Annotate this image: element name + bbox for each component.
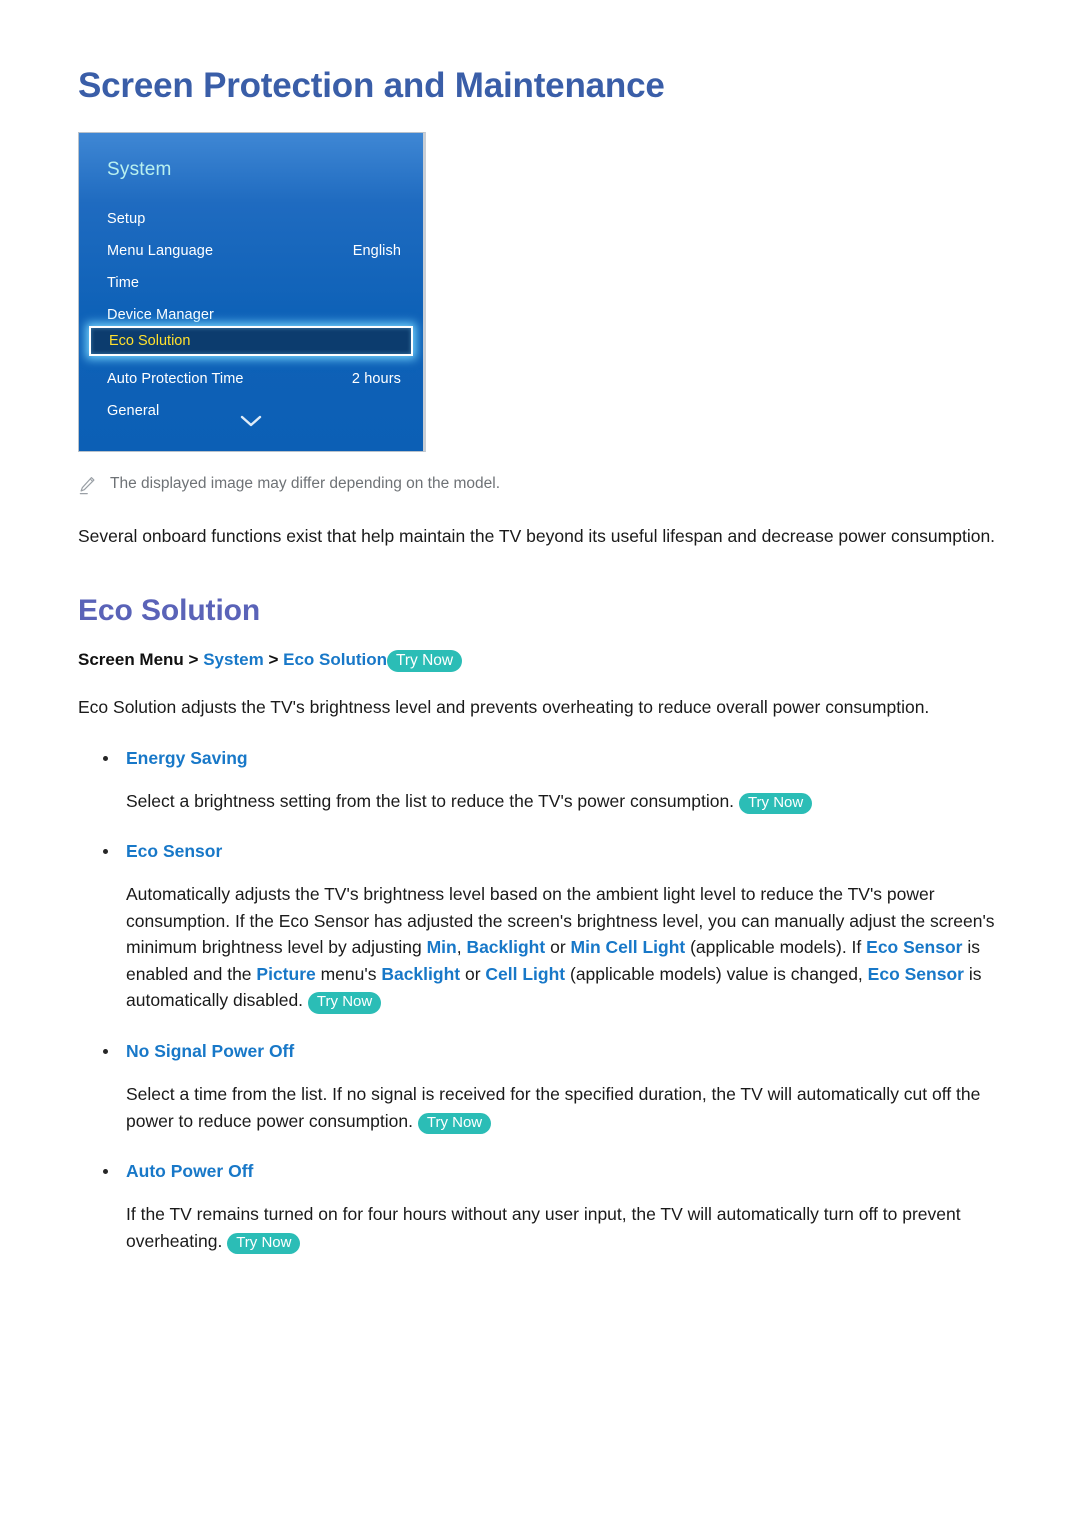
bullet-body-text: (applicable models). If	[685, 937, 867, 958]
bullet-title-eco-sensor: Eco Sensor	[78, 840, 1002, 863]
bullet-dot-icon	[103, 755, 108, 761]
try-now-badge[interactable]: Try Now	[387, 649, 463, 673]
inline-highlight-backlight-2: Backlight	[381, 963, 461, 984]
bullet-body-text: Select a time from the list. If no signa…	[126, 1083, 981, 1131]
note-text: The displayed image may differ depending…	[110, 475, 501, 493]
breadcrumb-separator: >	[268, 649, 279, 669]
bullet-body-text: menu's	[315, 963, 382, 984]
tv-menu-row-setup[interactable]: Setup	[107, 203, 401, 235]
bullet-title-text: No Signal Power Off	[126, 1041, 295, 1062]
list-item: Auto Power Off If the TV remains turned …	[78, 1160, 1002, 1255]
breadcrumb-item-system[interactable]: System	[203, 650, 263, 669]
tv-menu-row-time[interactable]: Time	[107, 267, 401, 299]
tv-menu-title: System	[107, 159, 172, 181]
bullet-body-text: ,	[456, 937, 467, 958]
page-title: Screen Protection and Maintenance	[78, 66, 665, 105]
bullet-title-text: Energy Saving	[126, 747, 248, 768]
bullet-body-energy-saving: Select a brightness setting from the lis…	[78, 788, 1002, 815]
bullet-body-eco-sensor: Automatically adjusts the TV's brightnes…	[78, 881, 1002, 1015]
bullet-title-auto-power-off: Auto Power Off	[78, 1160, 1002, 1183]
inline-highlight-backlight: Backlight	[466, 937, 546, 958]
list-item: No Signal Power Off Select a time from t…	[78, 1040, 1002, 1135]
tv-menu-row-menu-language[interactable]: Menu Language English	[107, 235, 401, 267]
inline-highlight-eco-sensor-2: Eco Sensor	[867, 963, 964, 984]
tv-menu-row-eco-solution-selected[interactable]: Eco Solution	[89, 326, 413, 357]
tv-row-label: Time	[107, 275, 140, 292]
inline-highlight-min-cell-light: Min Cell Light	[570, 937, 686, 958]
chevron-down-icon[interactable]	[79, 415, 423, 431]
bullet-title-text: Auto Power Off	[126, 1161, 254, 1182]
tv-row-value: English	[352, 243, 401, 260]
intro-paragraph: Several onboard functions exist that hel…	[78, 526, 996, 547]
list-item: Energy Saving Select a brightness settin…	[78, 747, 1002, 815]
bullet-dot-icon	[103, 849, 108, 855]
tv-row-label: Setup	[107, 211, 146, 228]
bullet-body-auto-power-off: If the TV remains turned on for four hou…	[78, 1201, 1002, 1255]
tv-row-label: Device Manager	[107, 307, 214, 324]
inline-highlight-picture: Picture	[256, 963, 316, 984]
note-row: The displayed image may differ depending…	[78, 474, 1002, 501]
section-description: Eco Solution adjusts the TV's brightness…	[78, 697, 930, 718]
tv-row-label: Menu Language	[107, 243, 214, 260]
bullet-title-no-signal-power-off: No Signal Power Off	[78, 1040, 1002, 1063]
bullet-body-no-signal-power-off: Select a time from the list. If no signa…	[78, 1081, 1002, 1135]
bullet-title-energy-saving: Energy Saving	[78, 747, 1002, 770]
bullet-body-text: (applicable models) value is changed,	[565, 963, 868, 984]
try-now-badge[interactable]: Try Now	[417, 1112, 492, 1135]
bullet-body-text: or	[460, 963, 486, 984]
section-heading-eco-solution: Eco Solution	[78, 593, 261, 627]
try-now-badge[interactable]: Try Now	[307, 992, 382, 1015]
breadcrumb-root: Screen Menu	[78, 649, 184, 669]
bullet-body-text: or	[545, 937, 571, 958]
tv-row-value: 2 hours	[351, 371, 401, 388]
tv-menu-content: System Setup Menu Language English Time …	[79, 133, 423, 451]
try-now-badge[interactable]: Try Now	[738, 792, 813, 815]
document-page: Screen Protection and Maintenance System…	[0, 0, 1080, 1527]
list-item: Eco Sensor Automatically adjusts the TV'…	[78, 840, 1002, 1015]
breadcrumb: Screen Menu > System > Eco Solution Try N…	[78, 648, 1002, 673]
tv-row-label: Eco Solution	[109, 333, 191, 350]
inline-highlight-cell-light: Cell Light	[485, 963, 566, 984]
tv-menu-row-auto-protection-time[interactable]: Auto Protection Time 2 hours	[107, 363, 401, 395]
eco-solution-feature-list: Energy Saving Select a brightness settin…	[78, 747, 1002, 1255]
inline-highlight-min: Min	[426, 937, 457, 958]
tv-menu-screenshot: System Setup Menu Language English Time …	[78, 132, 426, 453]
breadcrumb-item-eco-solution[interactable]: Eco Solution	[283, 650, 387, 669]
try-now-badge[interactable]: Try Now	[227, 1232, 301, 1255]
breadcrumb-separator: >	[188, 649, 199, 669]
inline-highlight-eco-sensor: Eco Sensor	[866, 937, 963, 958]
pencil-icon	[78, 476, 96, 501]
bullet-dot-icon	[103, 1169, 108, 1175]
bullet-title-text: Eco Sensor	[126, 841, 223, 862]
bullet-dot-icon	[103, 1049, 108, 1055]
tv-row-label: Auto Protection Time	[107, 371, 244, 388]
bullet-body-text: Select a brightness setting from the lis…	[126, 790, 735, 811]
